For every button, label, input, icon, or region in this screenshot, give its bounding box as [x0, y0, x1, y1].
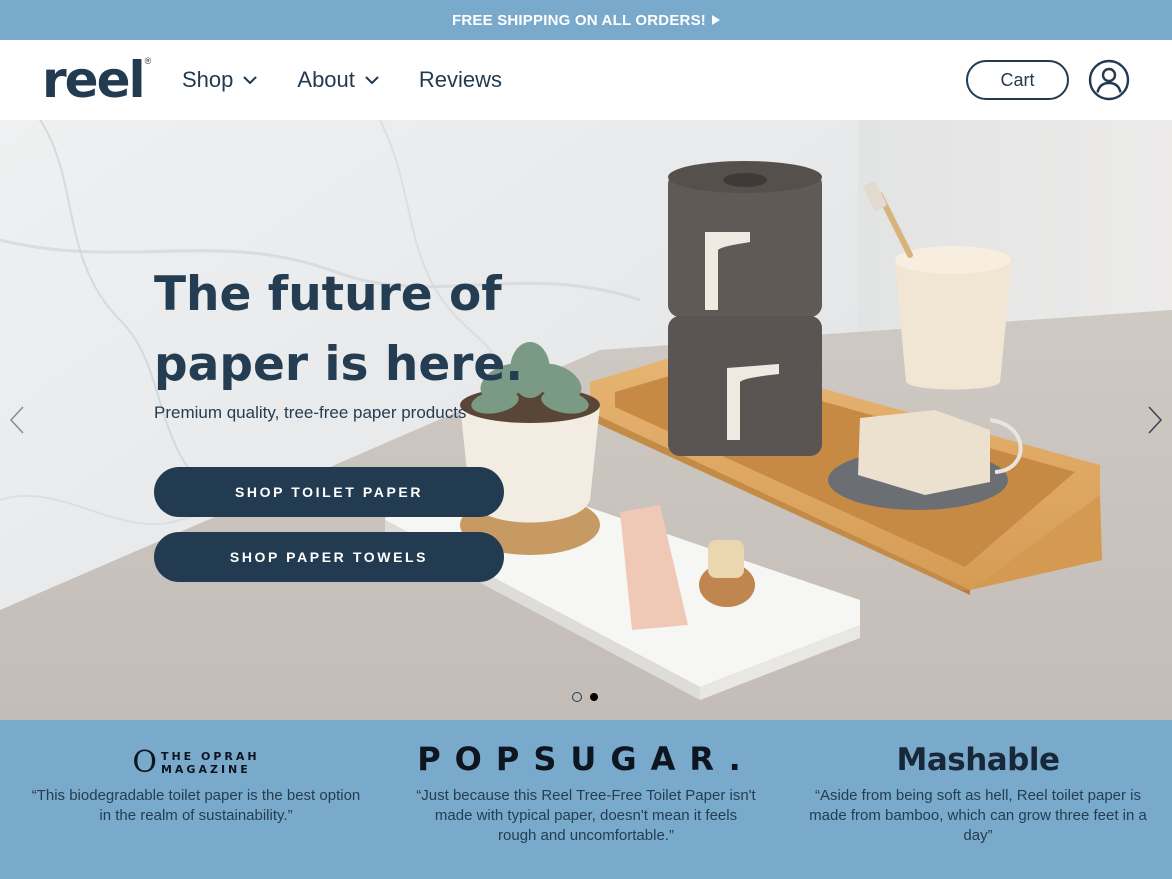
carousel-dot-2[interactable] [590, 693, 598, 701]
press-section: O THE OPRAH MAGAZINE “This biodegradable… [0, 720, 1172, 879]
nav-item-label: About [297, 67, 355, 92]
press-item-mashable: Mashable “Aside from being soft as hell,… [808, 720, 1148, 846]
announcement-bar: FREE SHIPPING ON ALL ORDERS! [0, 0, 1172, 40]
logo-registered-mark: ® [144, 56, 152, 66]
shop-toilet-paper-button[interactable]: SHOP TOILET PAPER [154, 467, 504, 517]
carousel-dots [572, 692, 598, 702]
cart-button[interactable]: Cart [966, 60, 1069, 100]
press-quote: “Just because this Reel Tree-Free Toilet… [416, 787, 756, 844]
chevron-right-icon[interactable] [1146, 405, 1164, 435]
press-item-oprah: O THE OPRAH MAGAZINE “This biodegradable… [26, 720, 366, 826]
oprah-magazine-logo: O THE OPRAH MAGAZINE [26, 720, 366, 780]
chevron-down-icon [243, 76, 257, 84]
oprah-logo-mark: O [132, 745, 157, 780]
press-item-popsugar: POPSUGAR. “Just because this Reel Tree-F… [416, 720, 756, 846]
hero-title-line-2: paper is here. [154, 337, 524, 392]
announcement-link[interactable]: FREE SHIPPING ON ALL ORDERS! [452, 12, 720, 29]
chevron-down-icon [365, 76, 379, 84]
mashable-logo-text: Mashable [896, 742, 1060, 778]
announcement-text: FREE SHIPPING ON ALL ORDERS! [452, 11, 706, 29]
nav-item-shop[interactable]: Shop [182, 67, 257, 93]
press-quote: “Aside from being soft as hell, Reel toi… [809, 787, 1147, 844]
carousel-dot-1[interactable] [572, 692, 582, 702]
nav-item-label: Reviews [418, 67, 503, 92]
nav-item-label: Shop [182, 67, 234, 92]
nav-item-reviews[interactable]: Reviews [419, 67, 502, 93]
chevron-left-icon[interactable] [8, 405, 26, 435]
popsugar-logo: POPSUGAR. [416, 720, 756, 780]
shop-paper-towels-button[interactable]: SHOP PAPER TOWELS [154, 532, 504, 582]
nav-item-about[interactable]: About [297, 67, 379, 93]
caret-right-icon [711, 15, 720, 25]
hero-carousel: The future of paper is here. Premium qua… [0, 120, 1172, 720]
popsugar-logo-text: POPSUGAR. [417, 740, 755, 778]
oprah-logo-line-1: THE OPRAH [160, 750, 260, 763]
site-header: reel ® Shop About Reviews Cart [0, 40, 1172, 120]
logo-wordmark: reel [42, 51, 146, 109]
main-nav: Shop About Reviews [182, 40, 542, 120]
mashable-logo: Mashable [808, 720, 1148, 780]
user-circle-icon[interactable] [1088, 59, 1130, 101]
hero-title: The future of paper is here. [154, 260, 534, 400]
press-quote: “This biodegradable toilet paper is the … [31, 787, 361, 824]
hero-subtitle: Premium quality, tree-free paper product… [154, 403, 467, 422]
oprah-logo-line-2: MAGAZINE [160, 763, 251, 776]
brand-logo[interactable]: reel ® [42, 50, 151, 110]
hero-title-line-1: The future of [154, 267, 502, 322]
